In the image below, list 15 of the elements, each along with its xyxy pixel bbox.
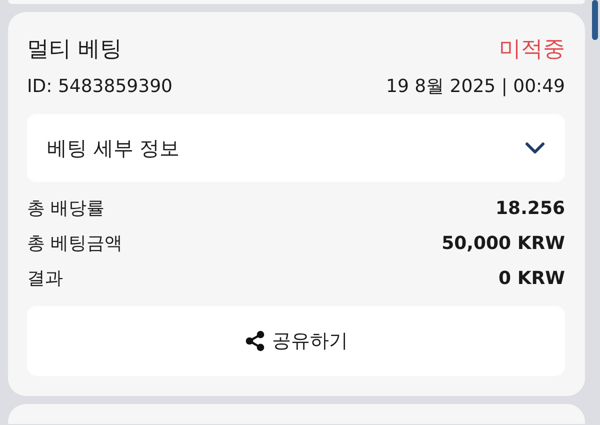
summary-label: 총 베팅금액 bbox=[27, 232, 123, 255]
bet-datetime: 19 8월 2025 | 00:49 bbox=[386, 75, 565, 98]
summary-value: 18.256 bbox=[496, 198, 565, 218]
summary-label: 결과 bbox=[27, 267, 63, 290]
details-dropdown[interactable]: 베팅 세부 정보 bbox=[27, 114, 565, 182]
scrollbar[interactable] bbox=[592, 0, 598, 40]
summary-value: 50,000 KRW bbox=[442, 232, 565, 254]
bet-status: 미적중 bbox=[499, 36, 565, 64]
summary-label: 총 배당률 bbox=[27, 197, 105, 220]
bet-title: 멀티 베팅 bbox=[27, 36, 122, 64]
share-icon bbox=[244, 330, 266, 352]
summary-value: 0 KRW bbox=[498, 268, 565, 288]
share-button[interactable]: 공유하기 bbox=[27, 306, 565, 376]
bet-id: ID: 5483859390 bbox=[27, 76, 172, 96]
chevron-icon bbox=[525, 142, 545, 154]
